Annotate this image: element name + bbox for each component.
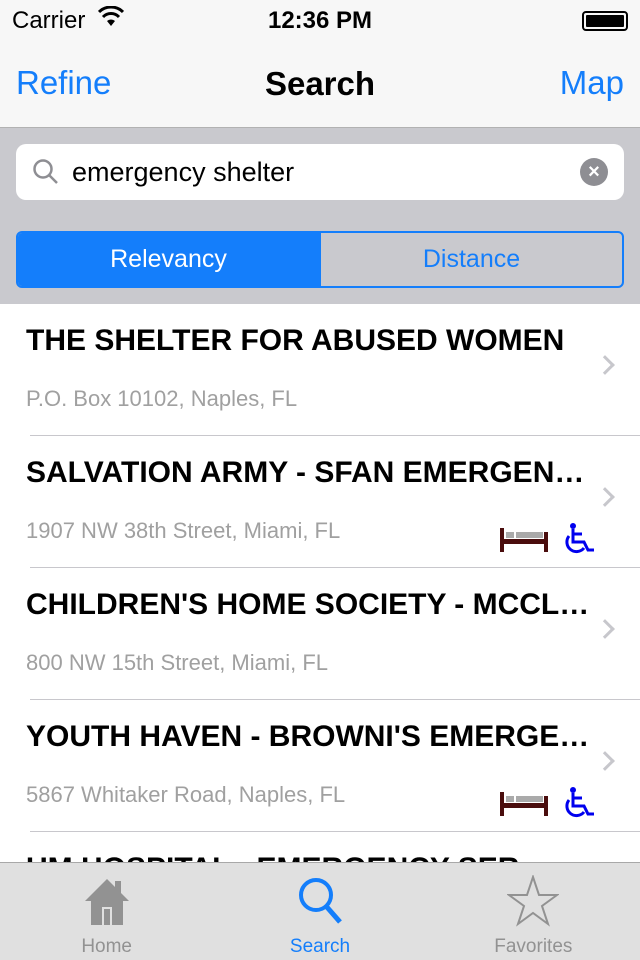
- map-button[interactable]: Map: [560, 64, 624, 102]
- list-item[interactable]: UM HOSPITAL - EMERGENCY SER: [0, 832, 640, 862]
- navigation-bar: Refine Search Map: [0, 40, 640, 128]
- sort-segmented-control: Relevancy Distance: [16, 231, 624, 288]
- list-item[interactable]: SALVATION ARMY - SFAN EMERGENCY 1907 NW …: [0, 436, 640, 568]
- list-item[interactable]: CHILDREN'S HOME SOCIETY - MCCLAIN 800 NW…: [0, 568, 640, 700]
- tab-search[interactable]: Search: [213, 863, 426, 960]
- tab-favorites[interactable]: Favorites: [427, 863, 640, 960]
- clear-search-button[interactable]: ×: [580, 158, 608, 186]
- segment-distance[interactable]: Distance: [319, 233, 622, 286]
- page-title: Search: [264, 65, 376, 102]
- search-area: × Relevancy Distance: [0, 128, 640, 304]
- wheelchair-icon: [565, 787, 594, 818]
- bed-icon: [500, 792, 548, 816]
- tab-label: Favorites: [494, 936, 573, 957]
- tab-label: Search: [289, 936, 351, 957]
- bed-icon: [500, 528, 548, 552]
- result-title: UM HOSPITAL - EMERGENCY SER: [26, 852, 591, 862]
- tab-home[interactable]: Home: [0, 863, 213, 960]
- battery-icon: [582, 11, 628, 31]
- result-title: CHILDREN'S HOME SOCIETY - MCCLAIN: [26, 588, 591, 621]
- result-title: SALVATION ARMY - SFAN EMERGENCY: [26, 456, 591, 489]
- list-item[interactable]: YOUTH HAVEN - BROWNI'S EMERGENCY 5867 Wh…: [0, 700, 640, 832]
- result-address: 5867 Whitaker Road, Naples, FL: [26, 782, 346, 807]
- chevron-right-icon: [595, 355, 615, 375]
- clock: 12:36 PM: [267, 7, 373, 34]
- chevron-right-icon: [595, 619, 615, 639]
- home-icon: [84, 879, 129, 925]
- result-address: 1907 NW 38th Street, Miami, FL: [26, 518, 341, 543]
- result-title: YOUTH HAVEN - BROWNI'S EMERGENCY: [26, 720, 591, 753]
- search-input[interactable]: [72, 152, 572, 192]
- result-address: P.O. Box 10102, Naples, FL: [26, 386, 298, 411]
- search-icon: [298, 878, 342, 924]
- search-field[interactable]: ×: [16, 144, 624, 200]
- list-item[interactable]: THE SHELTER FOR ABUSED WOMEN P.O. Box 10…: [0, 304, 640, 436]
- search-icon: [33, 159, 58, 184]
- segment-relevancy[interactable]: Relevancy: [18, 233, 319, 286]
- status-bar: Carrier 12:36 PM: [0, 0, 640, 40]
- results-list: THE SHELTER FOR ABUSED WOMEN P.O. Box 10…: [0, 304, 640, 862]
- wheelchair-icon: [565, 523, 594, 554]
- tab-bar: Home Search Favorites: [0, 862, 640, 960]
- tab-label: Home: [81, 936, 132, 957]
- star-icon: [507, 875, 560, 927]
- result-title: THE SHELTER FOR ABUSED WOMEN: [26, 324, 565, 357]
- chevron-right-icon: [595, 751, 615, 771]
- chevron-right-icon: [595, 487, 615, 507]
- result-address: 800 NW 15th Street, Miami, FL: [26, 650, 328, 675]
